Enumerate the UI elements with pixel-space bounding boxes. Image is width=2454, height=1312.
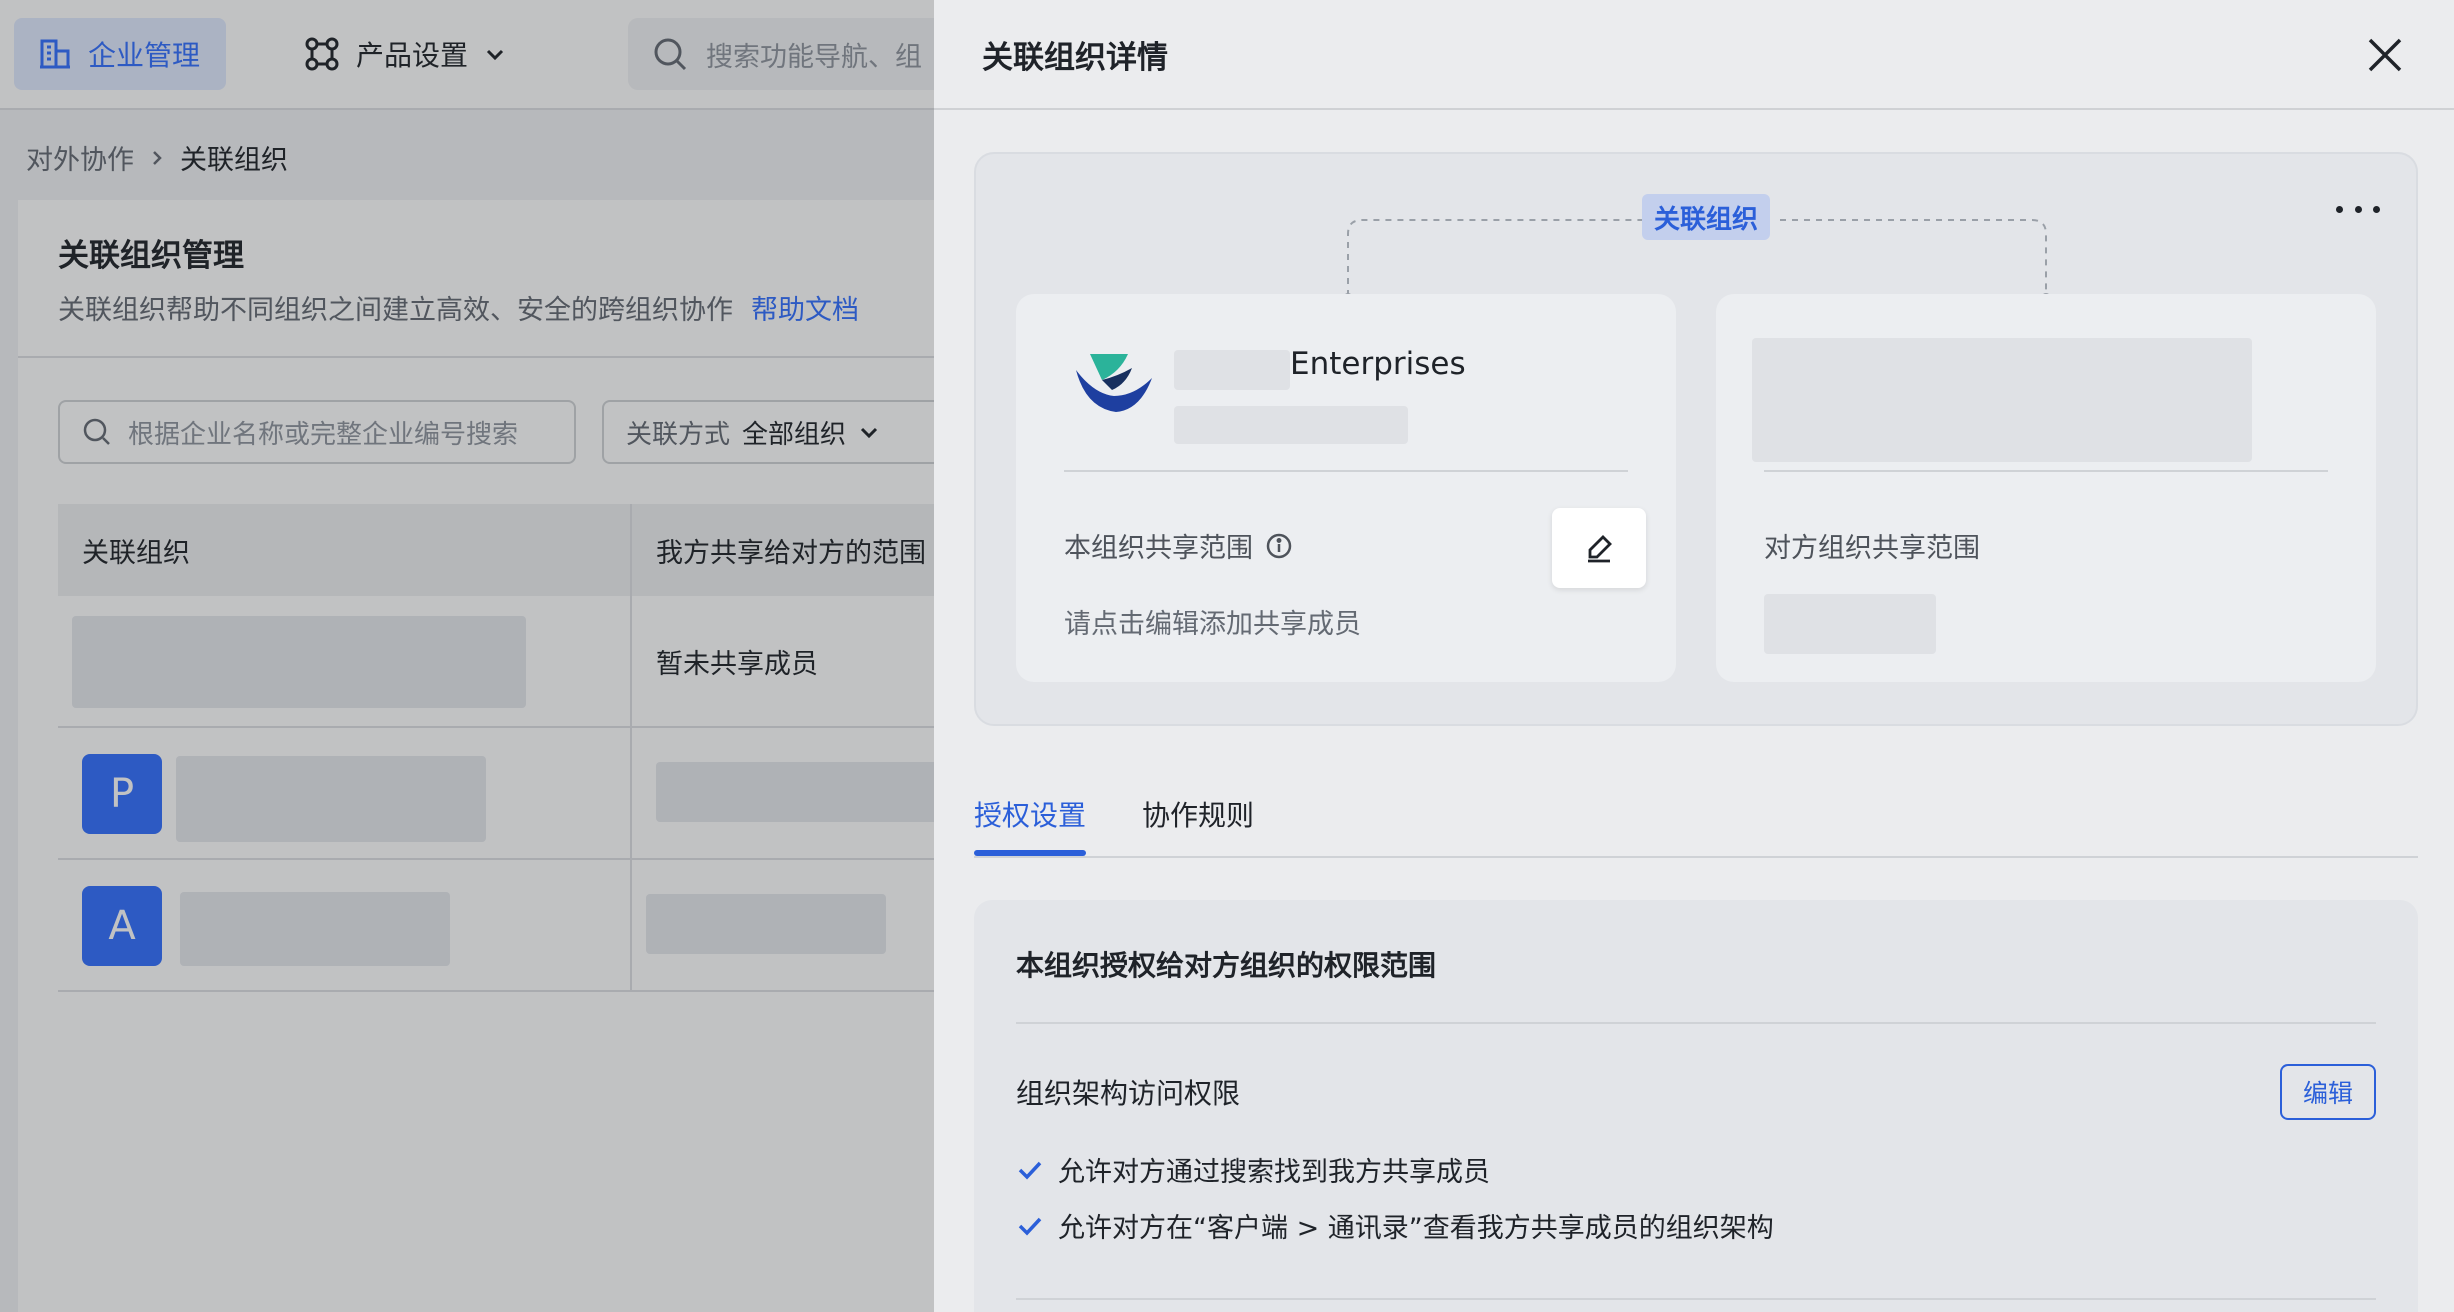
redacted-org-prefix	[1174, 350, 1290, 390]
close-icon	[2368, 38, 2402, 72]
info-icon[interactable]	[1265, 532, 1293, 560]
divider	[1764, 470, 2328, 472]
org-logo-icon	[1076, 354, 1152, 412]
redacted-org-id	[1174, 406, 1408, 444]
drawer-tabs: 授权设置 协作规则	[974, 786, 2418, 858]
permission-title: 本组织授权给对方组织的权限范围	[1016, 949, 1437, 982]
tab-collaboration-rules[interactable]: 协作规则	[1142, 794, 1254, 834]
drawer-title: 关联组织详情	[982, 39, 1168, 76]
pencil-icon	[1588, 535, 1612, 563]
permission-section: 本组织授权给对方组织的权限范围 组织架构访问权限 编辑 允许对方通过搜索找到我方…	[974, 900, 2418, 1312]
redacted-peer-org	[1752, 338, 2252, 462]
divider	[1064, 470, 1628, 472]
own-org-name: Enterprises	[1290, 346, 1466, 382]
permission-item-text: 允许对方在“客户端 > 通讯录”查看我方共享成员的组织架构	[1058, 1213, 1774, 1244]
edit-share-button[interactable]	[1552, 508, 1646, 588]
own-share-hint: 请点击编辑添加共享成员	[1064, 609, 1361, 640]
peer-share-label: 对方组织共享范围	[1764, 533, 1980, 564]
relation-overview-panel: 关联组织 Enterprises 本组织共享范围 请点击编辑添加共享成员 对方组…	[974, 152, 2418, 726]
more-options-icon[interactable]	[2336, 194, 2380, 224]
divider	[1016, 1298, 2376, 1300]
drawer-header: 关联组织详情	[934, 0, 2454, 110]
tab-authorization[interactable]: 授权设置	[974, 794, 1086, 834]
permission-item-text: 允许对方通过搜索找到我方共享成员	[1058, 1157, 1490, 1188]
close-button[interactable]	[2362, 32, 2408, 78]
permission-item: 允许对方通过搜索找到我方共享成员	[1016, 1150, 1490, 1189]
check-icon	[1018, 1161, 1042, 1180]
peer-org-card: 对方组织共享范围	[1716, 294, 2376, 682]
own-org-card: Enterprises 本组织共享范围 请点击编辑添加共享成员	[1016, 294, 1676, 682]
relation-tag: 关联组织	[1642, 194, 1771, 240]
permission-section-label: 组织架构访问权限	[1016, 1077, 1241, 1110]
check-icon	[1018, 1217, 1042, 1236]
edit-permission-button[interactable]: 编辑	[2280, 1064, 2376, 1120]
active-tab-indicator	[974, 850, 1086, 856]
org-detail-drawer: 关联组织详情 关联组织 Enterprises 本组织共享范围 请点击编辑添加共…	[934, 0, 2454, 1312]
divider	[1016, 1022, 2376, 1024]
permission-item: 允许对方在“客户端 > 通讯录”查看我方共享成员的组织架构	[1016, 1206, 1774, 1245]
redacted-peer-share	[1764, 594, 1936, 654]
own-share-label: 本组织共享范围	[1064, 526, 1293, 565]
own-share-label-text: 本组织共享范围	[1064, 533, 1253, 564]
